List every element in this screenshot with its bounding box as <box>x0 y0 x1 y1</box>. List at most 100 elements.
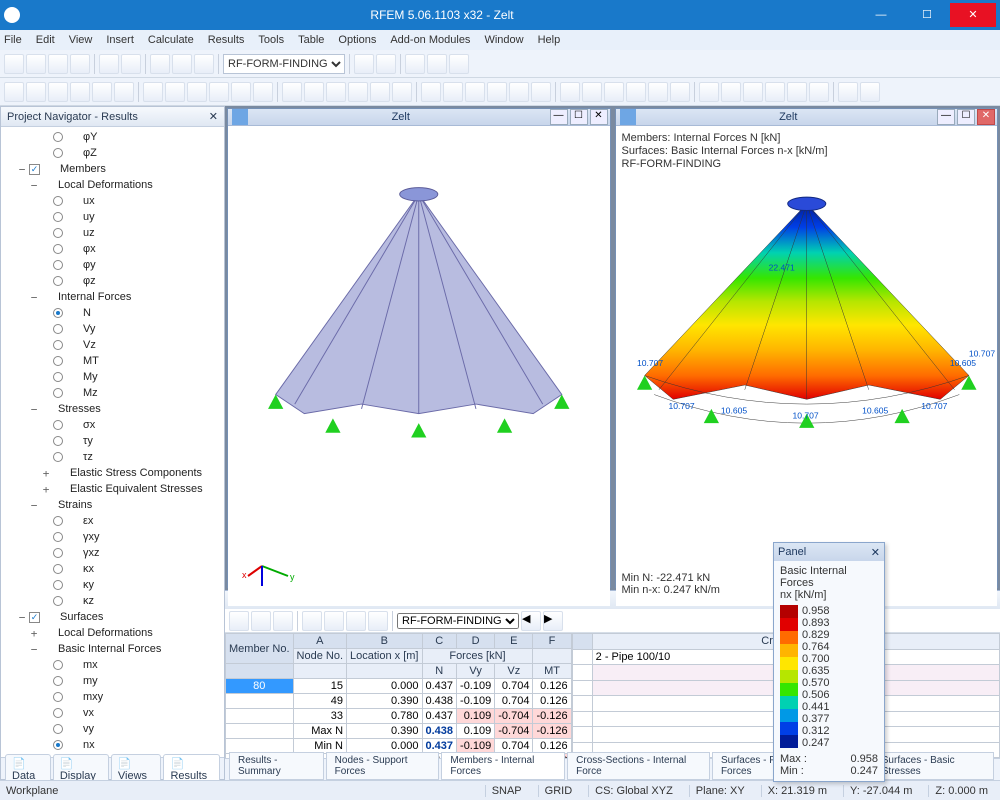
toolbar2-btn-28[interactable] <box>648 82 668 102</box>
viewport-left[interactable]: x y z <box>228 126 610 606</box>
table-next-icon[interactable]: ▶ <box>543 611 563 631</box>
tree-item[interactable]: κy <box>5 577 224 593</box>
tree-item[interactable]: κz <box>5 593 224 609</box>
menu-view[interactable]: View <box>69 34 93 46</box>
tree-item[interactable]: κx <box>5 561 224 577</box>
tree-item[interactable]: −Internal Forces <box>5 289 224 305</box>
toolbar2-btn-12[interactable] <box>282 82 302 102</box>
tool-next-icon[interactable] <box>376 54 396 74</box>
tool-animate-icon[interactable] <box>449 54 469 74</box>
tree-item[interactable]: My <box>5 369 224 385</box>
toolbar2-btn-5[interactable] <box>114 82 134 102</box>
tree-item[interactable]: φz <box>5 273 224 289</box>
tree-item[interactable]: ux <box>5 193 224 209</box>
tree-item[interactable]: φY <box>5 129 224 145</box>
toolbar2-btn-18[interactable] <box>421 82 441 102</box>
table-tab[interactable]: Members - Internal Forces <box>441 752 565 780</box>
tool-open-icon[interactable] <box>26 54 46 74</box>
tool-paste-icon[interactable] <box>194 54 214 74</box>
tree-item[interactable]: my <box>5 673 224 689</box>
tool-print-icon[interactable] <box>70 54 90 74</box>
minimize-button[interactable]: — <box>858 3 904 27</box>
toolbar2-btn-36[interactable] <box>838 82 858 102</box>
tree-item[interactable]: +Elastic Stress Components <box>5 465 224 481</box>
nav-tab-data[interactable]: 📄 Data <box>5 754 51 784</box>
tree-item[interactable]: γxy <box>5 529 224 545</box>
table-tool-icon[interactable] <box>229 611 249 631</box>
toolbar2-btn-24[interactable] <box>560 82 580 102</box>
tool-undo-icon[interactable] <box>99 54 119 74</box>
toolbar2-btn-22[interactable] <box>509 82 529 102</box>
tree-item[interactable]: −✓Members <box>5 161 224 177</box>
toolbar2-btn-1[interactable] <box>26 82 46 102</box>
toolbar2-btn-32[interactable] <box>743 82 763 102</box>
toolbar2-btn-26[interactable] <box>604 82 624 102</box>
toolbar2-btn-3[interactable] <box>70 82 90 102</box>
tree-item[interactable]: −✓Surfaces <box>5 609 224 625</box>
menu-table[interactable]: Table <box>298 34 324 46</box>
view-minimize-button[interactable]: — <box>550 109 568 125</box>
navigator-close-icon[interactable]: ✕ <box>209 110 218 123</box>
tool-copy-icon[interactable] <box>172 54 192 74</box>
panel-close-icon[interactable]: ✕ <box>871 546 880 559</box>
tool-cut-icon[interactable] <box>150 54 170 74</box>
tool-new-icon[interactable] <box>4 54 24 74</box>
nav-tab-results[interactable]: 📄 Results <box>163 754 220 784</box>
nav-tab-views[interactable]: 📄 Views <box>111 754 162 784</box>
toolbar2-btn-27[interactable] <box>626 82 646 102</box>
toolbar2-btn-4[interactable] <box>92 82 112 102</box>
tree-item[interactable]: τz <box>5 449 224 465</box>
toolbar2-btn-29[interactable] <box>670 82 690 102</box>
tree-item[interactable]: Mz <box>5 385 224 401</box>
toolbar2-btn-10[interactable] <box>231 82 251 102</box>
toolbar2-btn-16[interactable] <box>370 82 390 102</box>
menu-tools[interactable]: Tools <box>258 34 284 46</box>
menu-edit[interactable]: Edit <box>36 34 55 46</box>
maximize-button[interactable]: ☐ <box>904 3 950 27</box>
tree-item[interactable]: nx <box>5 737 224 753</box>
toolbar2-btn-7[interactable] <box>165 82 185 102</box>
toolbar2-btn-37[interactable] <box>860 82 880 102</box>
table-tool-icon[interactable] <box>324 611 344 631</box>
view-minimize-button[interactable]: — <box>937 109 955 125</box>
table-tool-icon[interactable] <box>251 611 271 631</box>
tree-item[interactable]: vx <box>5 705 224 721</box>
tree-item[interactable]: φx <box>5 241 224 257</box>
table-prev-icon[interactable]: ◀ <box>521 611 541 631</box>
status-snap[interactable]: SNAP <box>485 785 528 797</box>
tree-item[interactable]: σx <box>5 417 224 433</box>
tool-save-icon[interactable] <box>48 54 68 74</box>
tree-item[interactable]: φZ <box>5 145 224 161</box>
view-close-button[interactable]: ✕ <box>590 109 608 125</box>
toolbar2-btn-2[interactable] <box>48 82 68 102</box>
toolbar2-btn-15[interactable] <box>348 82 368 102</box>
navigator-tree[interactable]: φY φZ−✓Members−Local Deformations ux uy … <box>1 127 224 757</box>
tool-results-icon[interactable] <box>427 54 447 74</box>
tree-item[interactable]: N <box>5 305 224 321</box>
menu-window[interactable]: Window <box>484 34 523 46</box>
tree-item[interactable]: φy <box>5 257 224 273</box>
toolbar2-btn-34[interactable] <box>787 82 807 102</box>
tree-item[interactable]: uy <box>5 209 224 225</box>
toolbar2-btn-17[interactable] <box>392 82 412 102</box>
tree-item[interactable]: −Local Deformations <box>5 177 224 193</box>
table-tab[interactable]: Results - Summary <box>229 752 324 780</box>
table-tab[interactable]: Cross-Sections - Internal Force <box>567 752 710 780</box>
toolbar2-btn-0[interactable] <box>4 82 24 102</box>
toolbar2-btn-35[interactable] <box>809 82 829 102</box>
tree-item[interactable]: −Basic Internal Forces <box>5 641 224 657</box>
tree-item[interactable]: mxy <box>5 689 224 705</box>
toolbar2-btn-21[interactable] <box>487 82 507 102</box>
nav-tab-display[interactable]: 📄 Display <box>53 754 109 784</box>
menu-calculate[interactable]: Calculate <box>148 34 194 46</box>
view-maximize-button[interactable]: ☐ <box>570 109 588 125</box>
table-lc-select[interactable]: RF-FORM-FINDING <box>397 613 519 629</box>
menu-results[interactable]: Results <box>208 34 245 46</box>
tool-prev-icon[interactable] <box>354 54 374 74</box>
toolbar2-btn-25[interactable] <box>582 82 602 102</box>
tree-item[interactable]: MT <box>5 353 224 369</box>
table-tool-icon[interactable] <box>368 611 388 631</box>
tree-item[interactable]: Vy <box>5 321 224 337</box>
tree-item[interactable]: +Local Deformations <box>5 625 224 641</box>
loadcase-select[interactable]: RF-FORM-FINDING <box>223 54 345 74</box>
